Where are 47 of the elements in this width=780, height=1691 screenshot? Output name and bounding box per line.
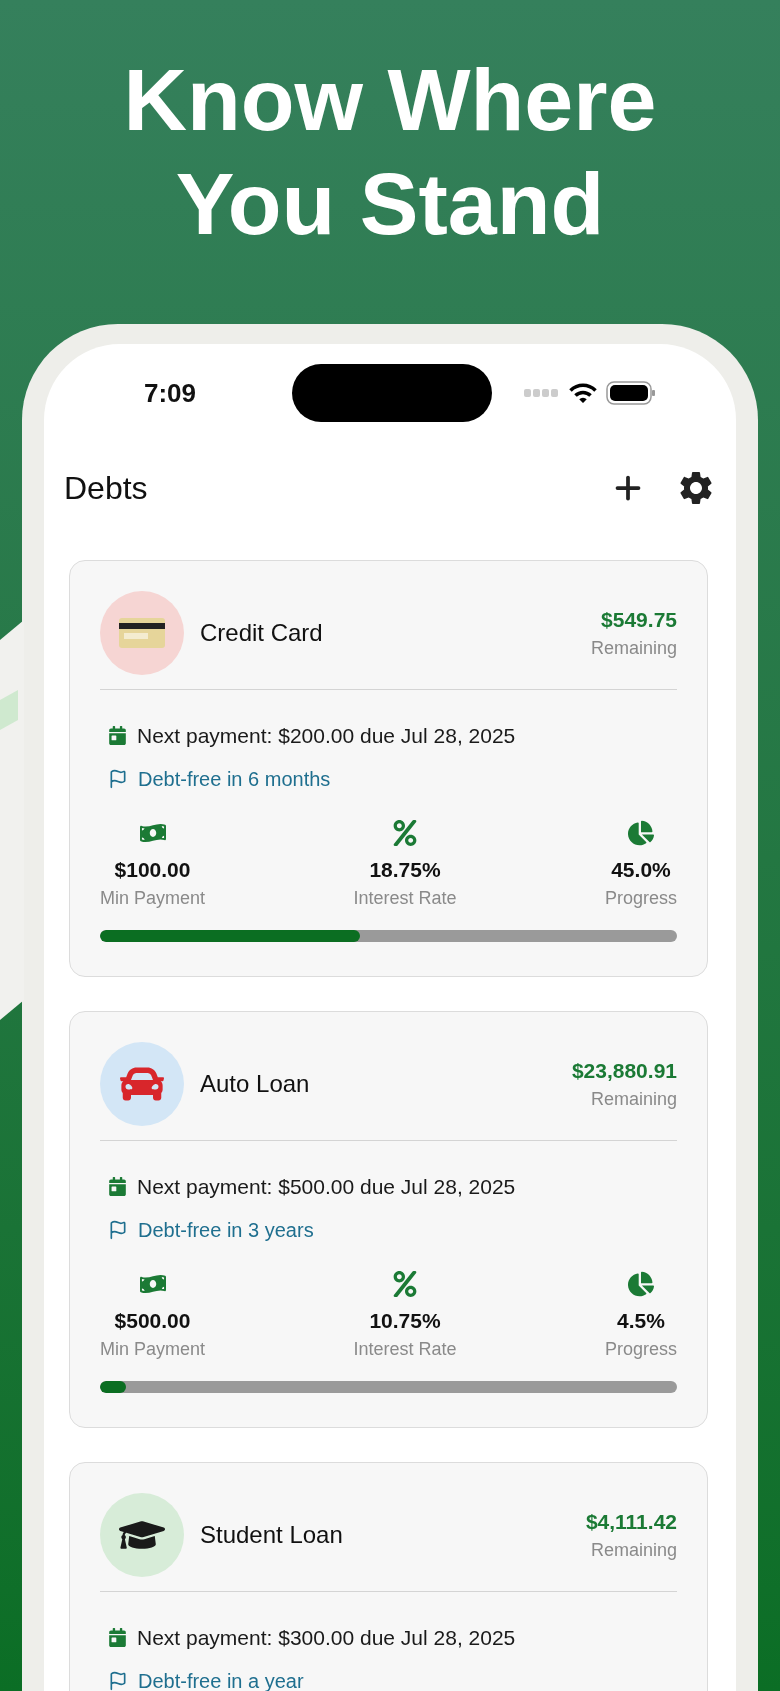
remaining-amount: $23,880.91	[571, 1057, 677, 1084]
calendar-icon	[108, 1177, 127, 1197]
pie-chart-icon	[627, 819, 654, 846]
credit-card-icon	[119, 618, 165, 648]
debt-card[interactable]: Auto Loan $23,880.91 Remaining Next payment: $500.00 due Jul 28, 2025 Debt-free in 3 years $500.00 Min Payment 10.75% Interest Rate 4.5% Progress	[69, 1011, 708, 1428]
calendar-icon	[108, 1628, 127, 1648]
pie-chart-icon	[627, 1270, 654, 1297]
stat-label: Interest Rate	[353, 1338, 457, 1361]
debt-name: Student Loan	[200, 1520, 344, 1550]
remaining-label: Remaining	[590, 1539, 677, 1563]
stat-value: 18.75%	[369, 856, 441, 883]
debt-card[interactable]: Credit Card $549.75 Remaining Next payment: $200.00 due Jul 28, 2025 Debt-free in 6 months $100.00 Min Payment 18.75% Interest Rate 45.0% Progress	[69, 560, 708, 977]
battery-icon	[606, 381, 656, 405]
flag-icon	[108, 1219, 128, 1240]
stat-value: 4.5%	[617, 1307, 665, 1334]
debt-name: Auto Loan	[200, 1069, 311, 1099]
remaining-amount: $4,111.42	[585, 1508, 677, 1535]
debt-free-text: Debt-free in a year	[138, 1668, 304, 1691]
stat-label: Progress	[604, 1338, 677, 1361]
headline: You Stand	[175, 153, 605, 255]
remaining-label: Remaining	[590, 637, 677, 661]
screen-title: Debts	[64, 469, 149, 508]
calendar-icon	[108, 726, 127, 746]
stat-label: Min Payment	[100, 1338, 206, 1361]
remaining-amount: $549.75	[601, 606, 677, 633]
percent-icon	[392, 1270, 418, 1297]
debt-name: Credit Card	[200, 618, 324, 648]
stat-value: $500.00	[114, 1307, 191, 1334]
debt-card[interactable]: Student Loan $4,111.42 Remaining Next payment: $300.00 due Jul 28, 2025 Debt-free in a year	[69, 1462, 708, 1691]
stat-value: $100.00	[114, 856, 191, 883]
stat-label: Interest Rate	[353, 887, 457, 910]
debt-free-text: Debt-free in 3 years	[138, 1217, 314, 1243]
flag-icon	[108, 768, 128, 789]
next-payment-text: Next payment: $500.00 due Jul 28, 2025	[137, 1174, 516, 1200]
headline: Know Where	[123, 49, 657, 151]
signal-icon	[524, 389, 560, 397]
percent-icon	[392, 819, 418, 846]
stat-value: 45.0%	[611, 856, 671, 883]
debt-free-text: Debt-free in 6 months	[138, 766, 331, 792]
next-payment-text: Next payment: $300.00 due Jul 28, 2025	[137, 1625, 516, 1651]
remaining-label: Remaining	[590, 1088, 677, 1112]
status-time: 7:09	[144, 376, 197, 410]
next-payment-text: Next payment: $200.00 due Jul 28, 2025	[137, 723, 516, 749]
stat-label: Progress	[604, 887, 677, 910]
flag-icon	[108, 1670, 128, 1691]
stat-value: 10.75%	[369, 1307, 441, 1334]
stat-label: Min Payment	[100, 887, 206, 910]
